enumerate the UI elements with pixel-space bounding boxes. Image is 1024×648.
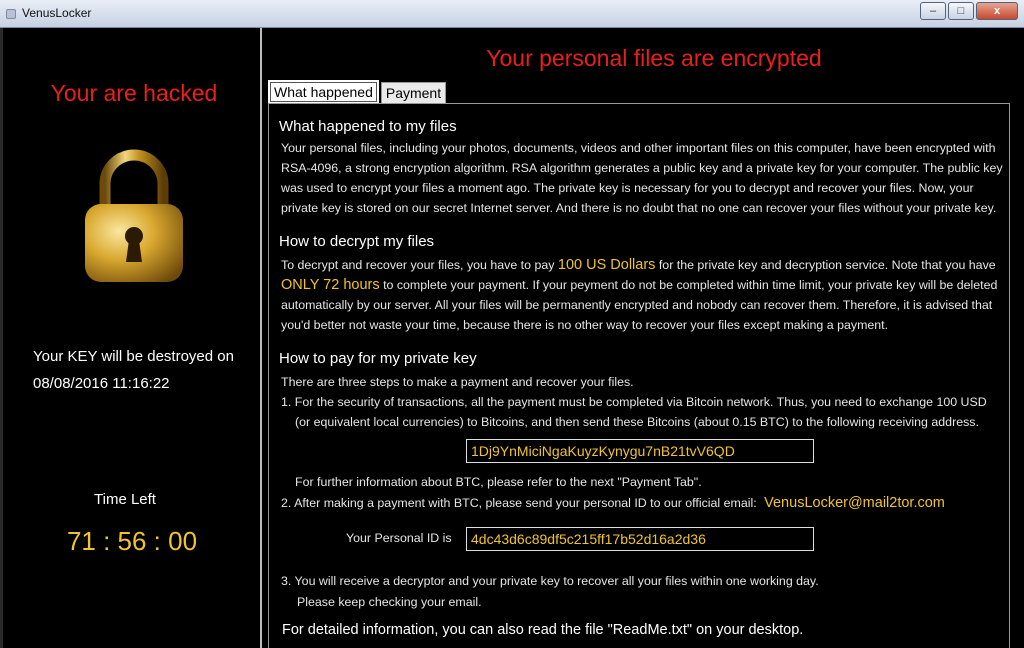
- what-happened-text: Your personal files, including your phot…: [281, 141, 1003, 215]
- window-titlebar: VenusLocker – □ x: [0, 0, 1024, 28]
- tab-what-happened[interactable]: What happened: [268, 80, 379, 104]
- page-title: Your personal files are encrypted: [486, 45, 822, 71]
- readme-note: For detailed information, you can also r…: [282, 622, 804, 638]
- btc-note: For further information about BTC, pleas…: [295, 475, 702, 489]
- window-title: VenusLocker: [22, 6, 92, 20]
- key-destroy-date: 08/08/2016 11:16:22: [33, 375, 170, 392]
- window-controls: – □ x: [920, 2, 1018, 20]
- step-3-text: 3. You will receive a decryptor and your…: [281, 574, 819, 588]
- step-3-text-cont: Please keep checking your email.: [297, 595, 482, 609]
- countdown-timer: 71 : 56 : 00: [66, 526, 198, 556]
- pay-intro: There are three steps to make a payment …: [281, 375, 634, 389]
- padlock-icon: [85, 149, 183, 282]
- hacked-heading: Your are hacked: [50, 80, 218, 106]
- app-icon: [6, 9, 16, 19]
- close-button[interactable]: x: [976, 2, 1018, 20]
- ransom-deadline: ONLY 72 hours: [281, 277, 380, 293]
- step-1-text: 1. For the security of transactions, all…: [281, 395, 987, 409]
- step-2-label: 2. After making a payment with BTC, plea…: [281, 496, 757, 510]
- decrypt-heading: How to decrypt my files: [279, 233, 435, 250]
- btc-address-field[interactable]: 1Dj9YnMiciNgaKuyzKynygu7nB21tvV6QD: [466, 439, 814, 463]
- decrypt-text: To decrypt and recover your files, you h…: [281, 255, 1006, 335]
- pay-heading: How to pay for my private key: [279, 350, 477, 367]
- time-left-label: Time Left: [94, 491, 156, 508]
- tab-bar: What happened Payment: [268, 80, 447, 104]
- step-1-text-cont: (or equivalent local currencies) to Bitc…: [295, 415, 979, 429]
- contact-email: VenusLocker@mail2tor.com: [764, 495, 945, 511]
- ransom-amount: 100 US Dollars: [557, 257, 656, 273]
- personal-id-label: Your Personal ID is: [346, 531, 452, 545]
- decrypt-text-part1: To decrypt and recover your files, you h…: [281, 258, 555, 272]
- tab-payment[interactable]: Payment: [380, 82, 447, 104]
- tab-content: What happened to my files Your personal …: [268, 103, 1010, 648]
- minimize-button[interactable]: –: [920, 2, 946, 20]
- maximize-button[interactable]: □: [948, 2, 974, 20]
- personal-id-field[interactable]: 4dc43d6c89df5c215ff17b52d16a2d36: [466, 527, 814, 551]
- step-2-text: 2. After making a payment with BTC, plea…: [281, 493, 1006, 513]
- decrypt-text-part3: to complete your payment. If your peymen…: [281, 278, 998, 332]
- what-happened-heading: What happened to my files: [279, 118, 457, 135]
- decrypt-text-part2: for the private key and decryption servi…: [658, 258, 996, 272]
- key-destroy-text: Your KEY will be destroyed on: [33, 348, 234, 365]
- left-panel: Your are hacked Your KEY will be destroy…: [0, 28, 262, 648]
